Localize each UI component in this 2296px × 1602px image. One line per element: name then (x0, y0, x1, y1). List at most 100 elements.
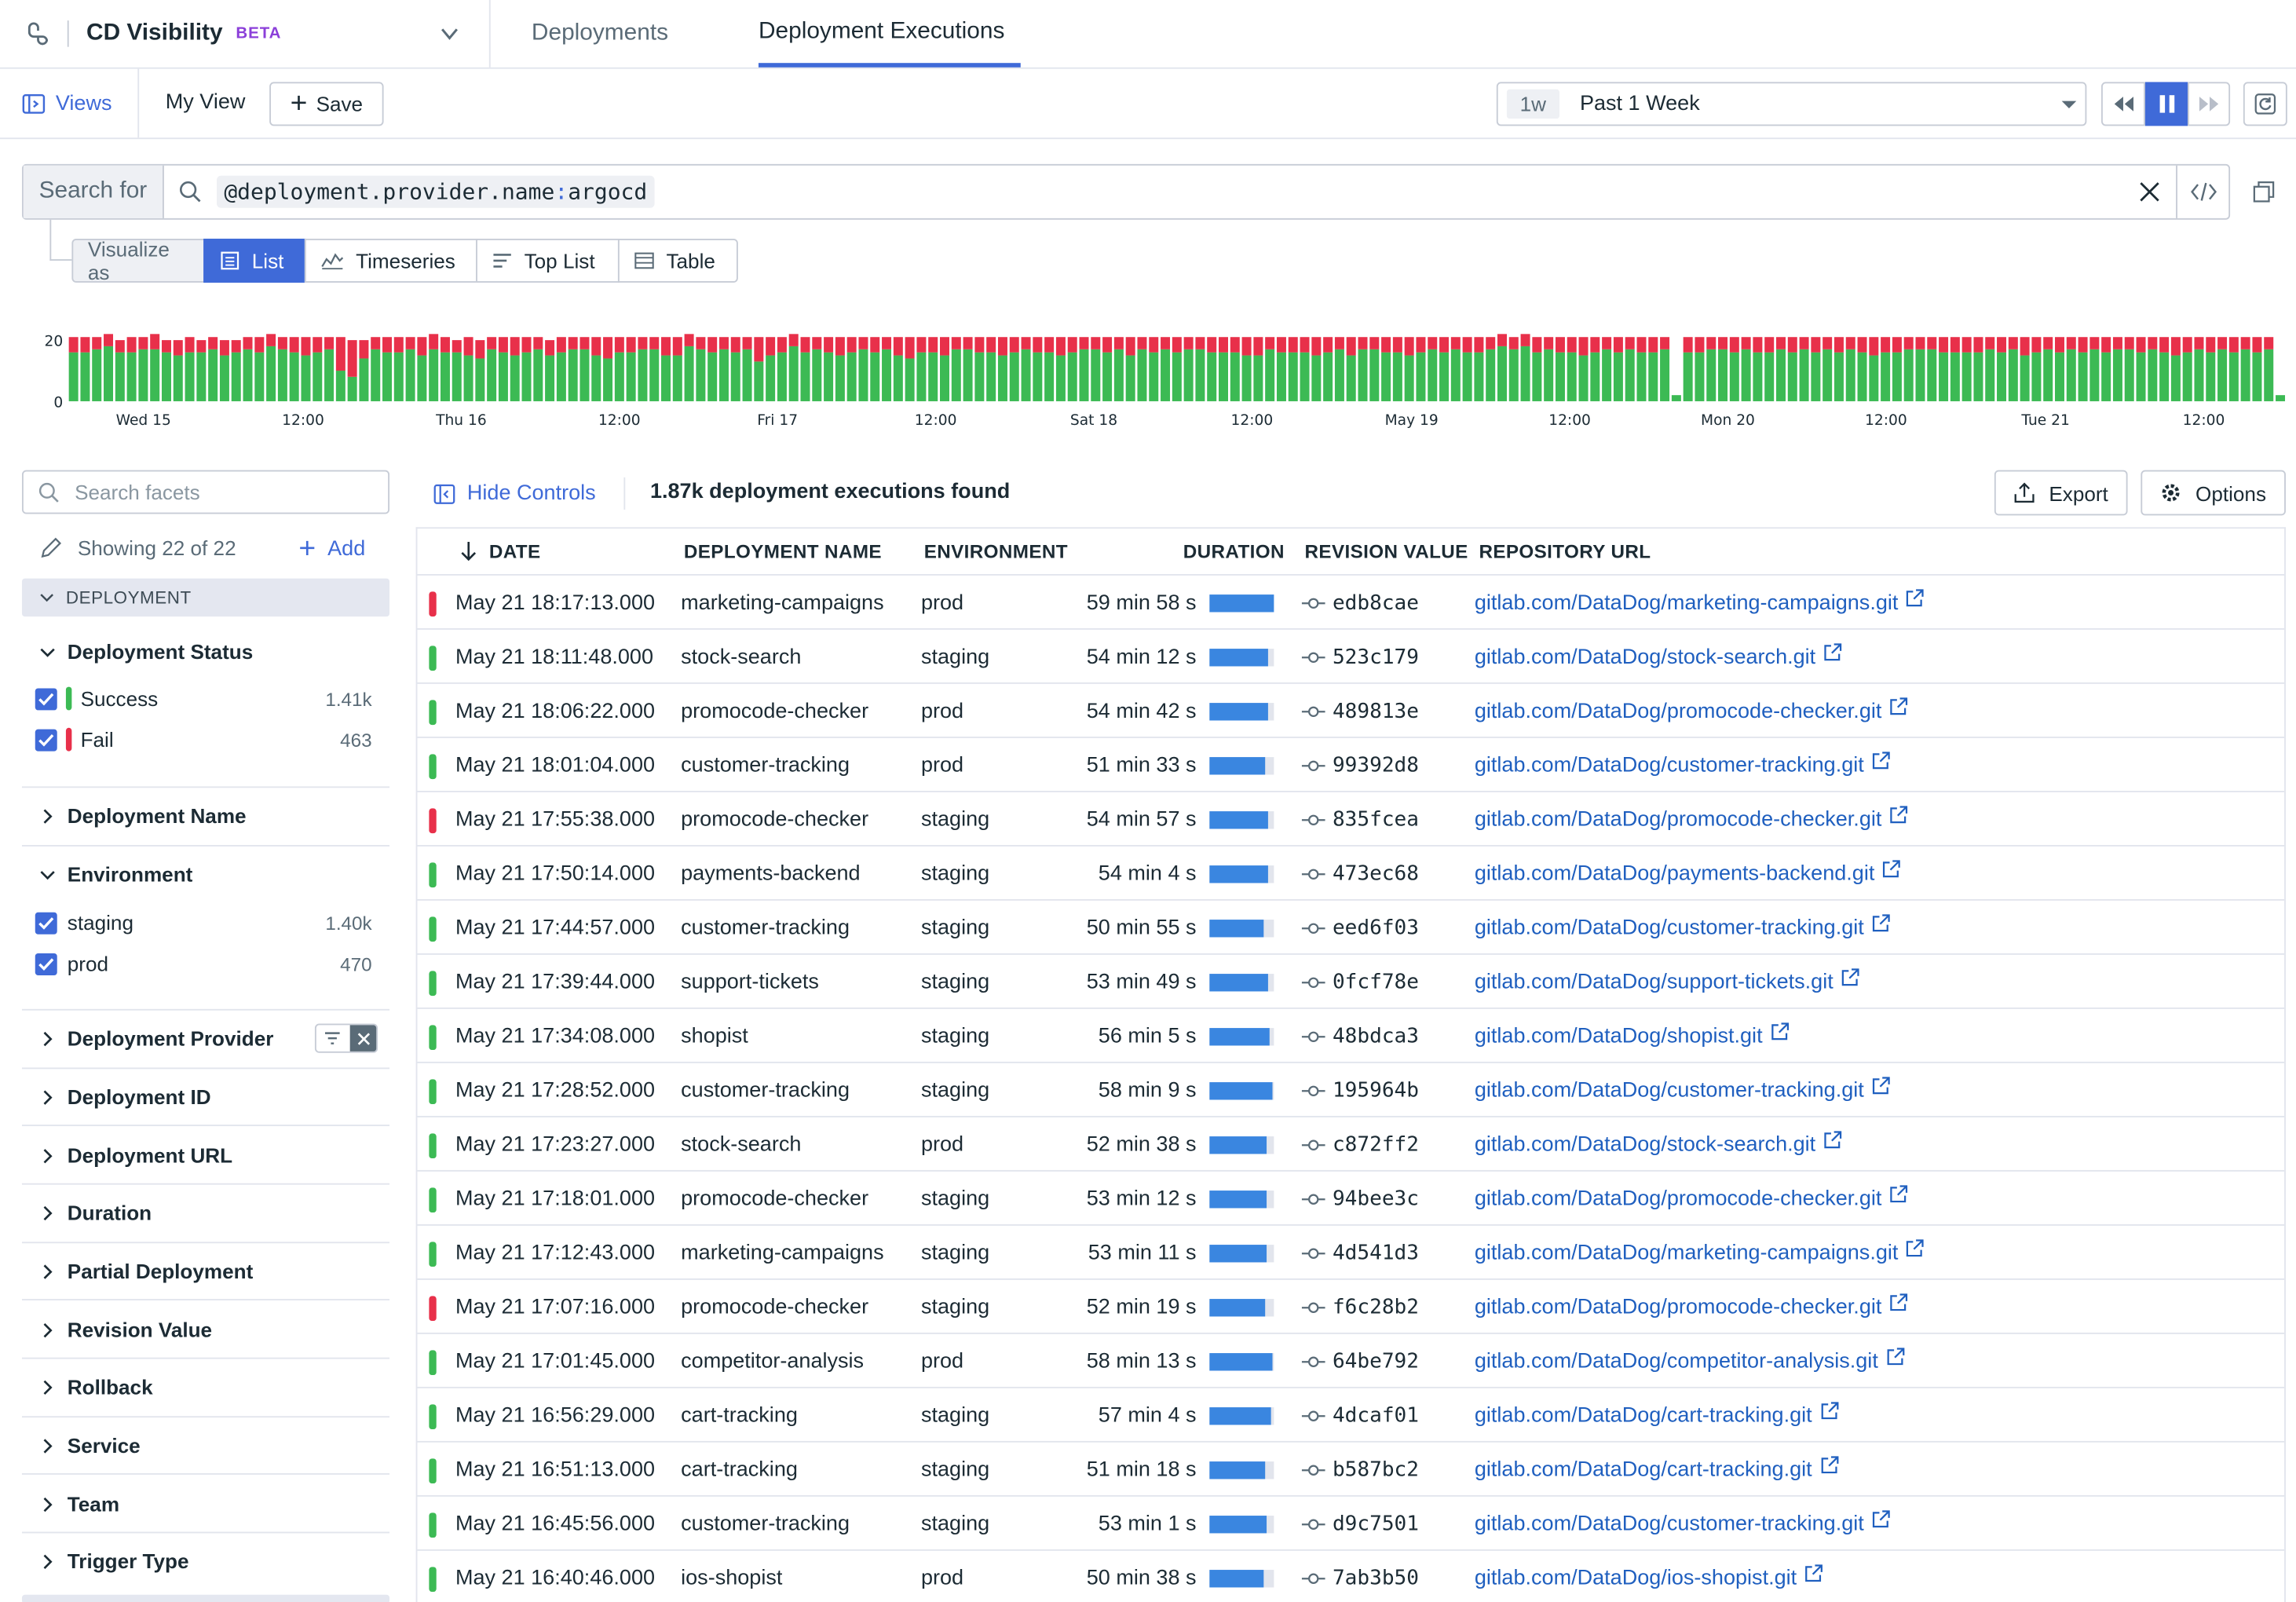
repository-link[interactable]: gitlab.com/DataDog/competitor-analysis.g… (1475, 1349, 1878, 1373)
bar-success[interactable] (1671, 395, 1681, 401)
bar-fail[interactable] (243, 337, 253, 349)
bar-fail[interactable] (533, 337, 543, 349)
facet-filter-badge[interactable] (314, 1023, 378, 1053)
cell-repository-url[interactable]: gitlab.com/DataDog/customer-tracking.git (1475, 901, 1891, 955)
bar-success[interactable] (1602, 349, 1612, 401)
bar-success[interactable] (1578, 355, 1589, 401)
external-link-icon[interactable] (1906, 589, 1925, 608)
bar-success[interactable] (754, 361, 764, 401)
bar-fail[interactable] (219, 340, 229, 356)
table-row[interactable]: May 21 17:50:14.000 payments-backend stagi… (417, 844, 2285, 899)
table-row[interactable]: May 21 18:06:22.000 promocode-checker prod… (417, 682, 2285, 738)
bar-fail[interactable] (1404, 337, 1414, 356)
bar-fail[interactable] (800, 337, 810, 353)
facet-deployment-status[interactable]: Deployment Status (22, 637, 389, 666)
bar-success[interactable] (1718, 349, 1728, 401)
bar-success[interactable] (1834, 352, 1844, 401)
bar-success[interactable] (1520, 346, 1530, 401)
bar-success[interactable] (788, 346, 799, 401)
bar-fail[interactable] (80, 337, 90, 353)
bar-success[interactable] (649, 349, 660, 401)
table-row[interactable]: May 21 17:12:43.000 marketing-campaigns st… (417, 1223, 2285, 1278)
bar-fail[interactable] (1660, 337, 1670, 349)
bar-success[interactable] (475, 358, 485, 401)
query-editor-toggle[interactable] (2176, 165, 2228, 218)
bar-success[interactable] (161, 352, 171, 401)
bar-success[interactable] (882, 349, 892, 401)
bar-success[interactable] (858, 349, 868, 401)
bar-success[interactable] (1532, 352, 1542, 401)
bar-fail[interactable] (1857, 337, 1867, 353)
bar-success[interactable] (126, 352, 137, 401)
external-link-icon[interactable] (1823, 643, 1842, 662)
bar-success[interactable] (68, 352, 79, 401)
bar-fail[interactable] (1381, 337, 1391, 353)
bar-success[interactable] (1915, 349, 1925, 401)
bar-success[interactable] (1113, 349, 1124, 401)
column-header-repository-url[interactable]: REPOSITORY URL (1479, 540, 1651, 562)
bar-fail[interactable] (718, 337, 729, 349)
bar-fail[interactable] (1927, 337, 1937, 349)
bar-success[interactable] (1219, 352, 1228, 401)
options-button[interactable]: Options (2141, 470, 2286, 516)
bar-fail[interactable] (1450, 337, 1461, 349)
bar-success[interactable] (2031, 352, 2042, 401)
bar-fail[interactable] (1706, 337, 1717, 349)
bar-fail[interactable] (371, 337, 381, 349)
bar-success[interactable] (603, 358, 613, 401)
bar-success[interactable] (371, 349, 381, 401)
bar-fail[interactable] (498, 337, 508, 353)
bar-success[interactable] (231, 352, 241, 401)
viz-option-top-list[interactable]: Top List (476, 238, 620, 283)
bar-fail[interactable] (1950, 337, 1960, 353)
bar-fail[interactable] (2054, 337, 2064, 353)
bar-fail[interactable] (2008, 337, 2018, 349)
bar-success[interactable] (1125, 355, 1135, 401)
bar-success[interactable] (1950, 352, 1960, 401)
bar-fail[interactable] (2159, 337, 2170, 353)
bar-fail[interactable] (742, 337, 752, 349)
bar-success[interactable] (1021, 349, 1031, 401)
facet-value-staging[interactable]: staging 1.40k (35, 911, 372, 934)
bar-fail[interactable] (835, 337, 845, 356)
bar-success[interactable] (2101, 352, 2111, 401)
checkbox-checked[interactable] (35, 687, 57, 710)
bar-success[interactable] (986, 352, 996, 401)
bar-success[interactable] (510, 355, 520, 401)
bar-fail[interactable] (672, 337, 682, 356)
cell-repository-url[interactable]: gitlab.com/DataDog/promocode-checker.git (1475, 684, 1908, 738)
bar-fail[interactable] (1067, 337, 1077, 353)
bar-fail[interactable] (2043, 337, 2053, 349)
bar-fail[interactable] (1079, 337, 1089, 349)
bar-fail[interactable] (393, 337, 404, 353)
bar-success[interactable] (2159, 352, 2170, 401)
bar-success[interactable] (1474, 352, 1484, 401)
bar-fail[interactable] (277, 337, 287, 349)
bar-success[interactable] (2008, 349, 2018, 401)
bar-fail[interactable] (313, 337, 323, 353)
bar-fail[interactable] (846, 337, 857, 353)
checkbox-checked[interactable] (35, 728, 57, 751)
bar-success[interactable] (2182, 352, 2192, 401)
bar-fail[interactable] (1590, 337, 1600, 353)
repository-link[interactable]: gitlab.com/DataDog/promocode-checker.git (1475, 699, 1882, 722)
bar-success[interactable] (1881, 352, 1891, 401)
facet-deployment-url[interactable]: Deployment URL (22, 1141, 389, 1170)
viz-option-list[interactable]: List (203, 238, 306, 283)
bar-fail[interactable] (173, 340, 183, 356)
bar-success[interactable] (1939, 352, 1949, 401)
facet-environment[interactable]: Environment (22, 860, 389, 889)
bar-success[interactable] (150, 349, 160, 401)
bar-success[interactable] (997, 355, 1007, 401)
bar-fail[interactable] (266, 334, 276, 346)
bar-success[interactable] (1625, 349, 1635, 401)
facet-team[interactable]: Team (22, 1490, 389, 1519)
bar-success[interactable] (835, 355, 845, 401)
bar-success[interactable] (730, 352, 740, 401)
bar-success[interactable] (1230, 352, 1240, 401)
bar-fail[interactable] (429, 334, 439, 349)
bar-success[interactable] (347, 376, 357, 401)
bar-fail[interactable] (788, 334, 799, 346)
cell-repository-url[interactable]: gitlab.com/DataDog/marketing-campaigns.g… (1475, 576, 1925, 630)
bar-fail[interactable] (1486, 337, 1496, 349)
